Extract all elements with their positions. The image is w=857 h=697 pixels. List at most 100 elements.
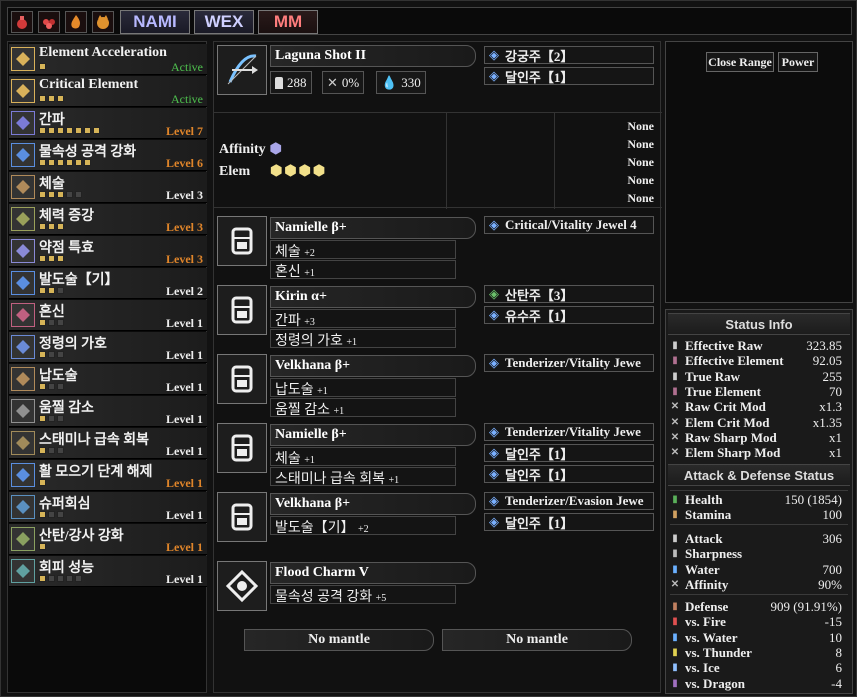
decoration-slot[interactable]: ◈ Tenderizer/Vitality Jewe xyxy=(484,423,654,441)
skill-row[interactable]: 물속성 공격 강화 Level 6 xyxy=(9,140,207,171)
status-label: vs. Water xyxy=(685,629,738,645)
skill-pip xyxy=(39,223,46,230)
skill-row[interactable]: 납도술 Level 1 xyxy=(9,364,207,395)
status-value: 70 xyxy=(829,383,842,399)
water-icon: ▮ xyxy=(672,563,678,575)
decoration-slot[interactable]: ◈ 달인주【1】 xyxy=(484,465,654,483)
status-label: Effective Element xyxy=(685,353,784,369)
skill-icon xyxy=(11,47,35,71)
armor-skill-level: +2 xyxy=(304,248,315,259)
skill-pip xyxy=(57,319,64,326)
status-label: Water xyxy=(685,561,720,577)
skill-row[interactable]: 체술 Level 3 xyxy=(9,172,207,203)
status-row: ▮ Water 700 xyxy=(670,562,842,577)
mantle-slot-2[interactable]: No mantle xyxy=(442,629,632,651)
skill-row[interactable]: 체력 증강 Level 3 xyxy=(9,204,207,235)
armor-slot-head[interactable]: Namielle β+ 체술 +2 혼신 +1 ◈ Critical/Vitality … xyxy=(214,214,662,280)
skill-row[interactable]: 약점 특효 Level 3 xyxy=(9,236,207,267)
status-value: x1 xyxy=(829,445,842,461)
skill-row[interactable]: 산탄/강사 강화 Level 1 xyxy=(9,524,207,555)
decoration-name: Tenderizer/Vitality Jewe xyxy=(505,424,641,439)
armor-name: Namielle β+ xyxy=(270,217,476,239)
decoration-slot[interactable]: ◈ 달인주【1】 xyxy=(484,67,654,85)
skill-name: 발도술【기】 xyxy=(39,273,119,288)
skill-name: Critical Element xyxy=(39,77,139,92)
skill-pip xyxy=(48,255,55,262)
skill-pip xyxy=(39,127,46,134)
skill-level: Level 1 xyxy=(166,476,203,490)
skill-row[interactable]: 활 모으기 단계 해제 Level 1 xyxy=(9,460,207,491)
red-bomb-icon[interactable] xyxy=(11,11,33,33)
skill-level: Level 1 xyxy=(166,316,203,330)
armor-slot-waist[interactable]: Namielle β+ 체술 +1 스태미나 급속 회복 +1 ◈ Tenderizer… xyxy=(214,421,662,487)
skill-level: Level 1 xyxy=(166,540,203,554)
wex-button[interactable]: WEX xyxy=(194,10,254,34)
skill-pips xyxy=(39,383,64,391)
decoration-slot[interactable]: ◈ 산탄주【3】 xyxy=(484,285,654,303)
hex-icon: ⬢ xyxy=(312,164,326,179)
skill-pip xyxy=(66,127,73,134)
status-row: ✕ Raw Crit Mod x1.3 xyxy=(670,399,842,414)
decoration-slot[interactable]: ◈ 달인주【1】 xyxy=(484,513,654,531)
skill-row[interactable]: 움찔 감소 Level 1 xyxy=(9,396,207,427)
armor-slot-chest[interactable]: Kirin α+ 간파 +3 정령의 가호 +1 ◈ 산탄주【3】 ◈ 유수주【1】 xyxy=(214,283,662,349)
skill-row[interactable]: 혼신 Level 1 xyxy=(9,300,207,331)
status-row: ✕ Affinity 90% xyxy=(670,577,842,592)
skill-pips xyxy=(39,159,91,167)
rampage-skill[interactable]: None xyxy=(590,155,654,173)
skill-level: Level 2 xyxy=(166,284,203,298)
decoration-slot[interactable]: ◈ 유수주【1】 xyxy=(484,306,654,324)
conditions-panel: Close Range Power xyxy=(665,41,853,303)
skill-icon xyxy=(11,207,35,231)
armor-skill-level: +1 xyxy=(304,455,315,466)
skill-pip xyxy=(39,511,46,518)
red-dango-icon[interactable] xyxy=(38,11,60,33)
rampage-skill[interactable]: None xyxy=(590,137,654,155)
health-icon: ▮ xyxy=(672,494,678,505)
skill-pip xyxy=(57,127,64,134)
skill-row[interactable]: Element Acceleration Active xyxy=(9,44,207,75)
skill-row[interactable]: 스태미나 급속 회복 Level 1 xyxy=(9,428,207,459)
status-value: 255 xyxy=(822,368,843,384)
skill-row[interactable]: 정령의 가호 Level 1 xyxy=(9,332,207,363)
condition-power[interactable]: Power xyxy=(778,52,818,72)
skill-pip xyxy=(39,447,46,454)
armor-slot-legs[interactable]: Velkhana β+ 발도술【기】 +2 ◈ Tenderizer/Evasion … xyxy=(214,490,662,556)
skill-level: Level 3 xyxy=(166,188,203,202)
rampage-skill[interactable]: None xyxy=(590,173,654,191)
armor-slot-arm[interactable]: Velkhana β+ 납도술 +1 움찔 감소 +1 ◈ Tenderizer/Vit… xyxy=(214,352,662,418)
orange-cat-icon[interactable] xyxy=(92,11,114,33)
skill-row[interactable]: Critical Element Active xyxy=(9,76,207,107)
decoration-slot[interactable]: ◈ Critical/Vitality Jewel 4 xyxy=(484,216,654,234)
mm-button[interactable]: MM xyxy=(258,10,318,34)
status-row: ✕ Elem Crit Mod x1.35 xyxy=(670,415,842,430)
skill-pip xyxy=(48,191,55,198)
app-window: NAMI WEX MM Element Acceleration Active Cr… xyxy=(0,0,857,697)
skill-pip xyxy=(48,159,55,166)
skill-level: Level 3 xyxy=(166,220,203,234)
armor-name: Kirin α+ xyxy=(270,286,476,308)
skill-row[interactable]: 간파 Level 7 xyxy=(9,108,207,139)
decoration-slot[interactable]: ◈ 강궁주【2】 xyxy=(484,46,654,64)
skill-row[interactable]: 발도술【기】 Level 2 xyxy=(9,268,207,299)
skill-row[interactable]: 슈퍼회심 Level 1 xyxy=(9,492,207,523)
mantle-label: No mantle xyxy=(506,632,568,647)
orange-flame-icon[interactable] xyxy=(65,11,87,33)
rampage-skill[interactable]: None xyxy=(590,119,654,137)
decoration-name: 달인주【1】 xyxy=(505,446,574,462)
weapon-slot[interactable]: Laguna Shot II 288 ✕ 0% 💧 330 ◈ 강궁주【2】 ◈ 달인… xyxy=(214,42,662,108)
jewel-icon: ◈ xyxy=(489,68,499,83)
decoration-slot[interactable]: ◈ Tenderizer/Evasion Jewe xyxy=(484,492,654,510)
mantle-slot-1[interactable]: No mantle xyxy=(244,629,434,651)
decoration-slot[interactable]: ◈ Tenderizer/Vitality Jewe xyxy=(484,354,654,372)
skill-row[interactable]: 회피 성능 Level 1 xyxy=(9,556,207,587)
nami-button[interactable]: NAMI xyxy=(120,10,190,34)
skill-icon xyxy=(11,239,35,263)
skill-name: Element Acceleration xyxy=(39,45,167,60)
decoration-slot[interactable]: ◈ 달인주【1】 xyxy=(484,444,654,462)
condition-close-range[interactable]: Close Range xyxy=(706,52,774,72)
rampage-skill[interactable]: None xyxy=(590,191,654,209)
charm-slot[interactable]: Flood Charm V 물속성 공격 강화 +5 xyxy=(214,559,662,625)
status-label: Elem Sharp Mod xyxy=(685,445,781,461)
armor-skill-name: 움찔 감소 xyxy=(275,403,331,418)
